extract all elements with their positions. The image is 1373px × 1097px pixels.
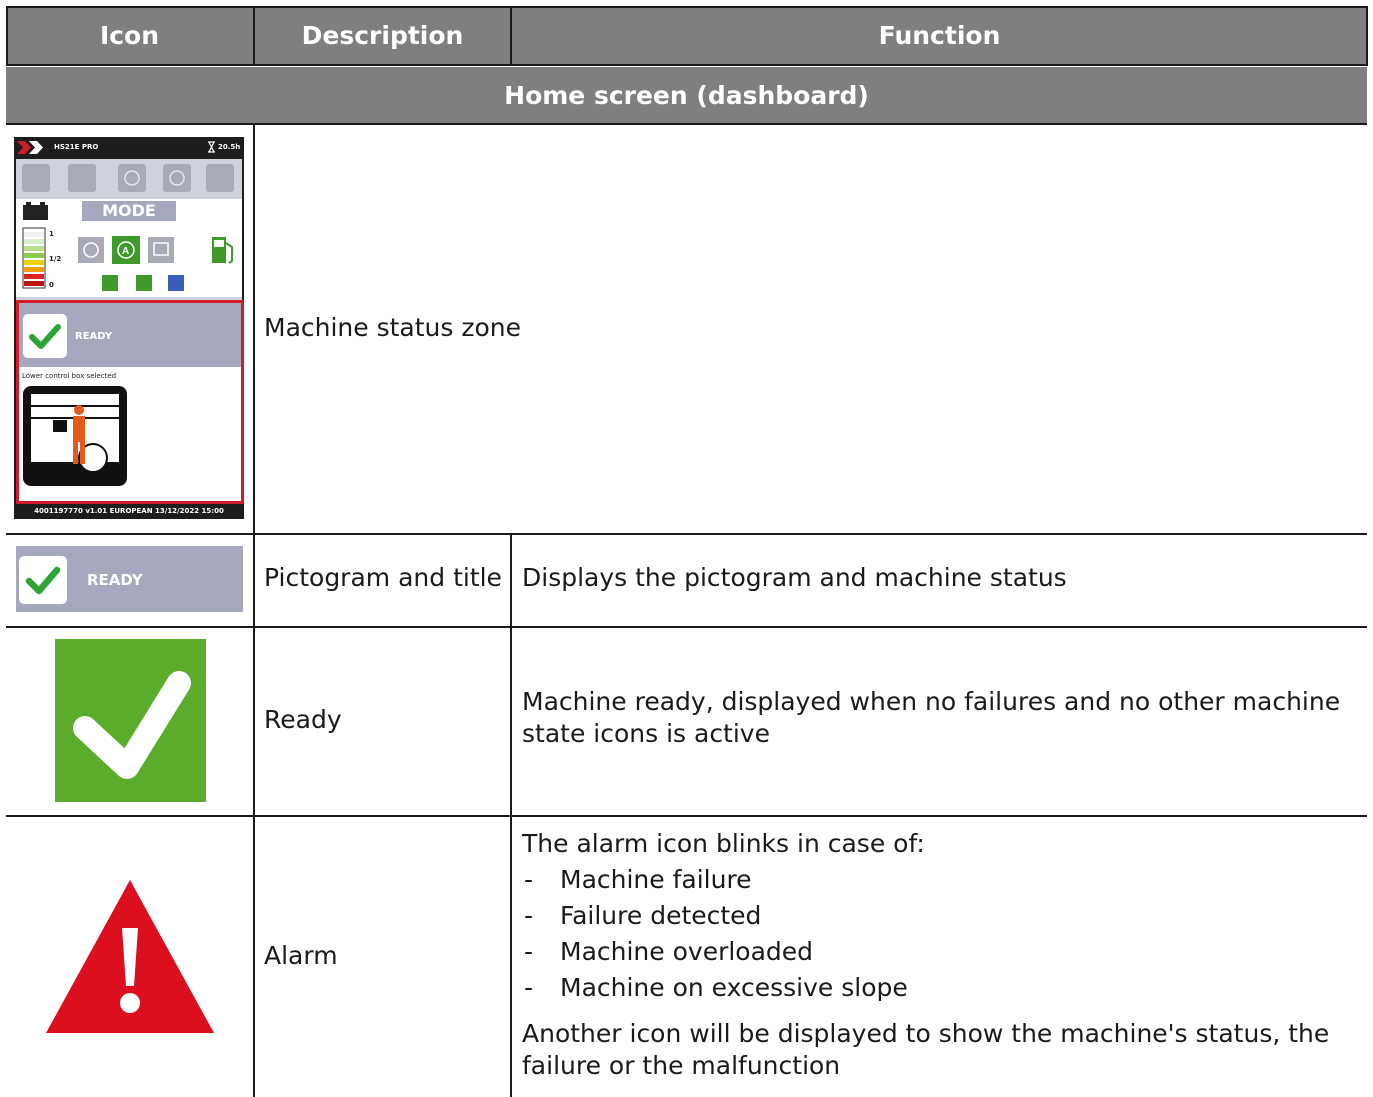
- rule: [1366, 6, 1368, 66]
- rule: [6, 123, 1367, 125]
- rule: [510, 533, 512, 1097]
- row-description: Alarm: [264, 941, 338, 970]
- pictogram-bar: READY: [16, 546, 243, 612]
- rule: [6, 626, 1367, 628]
- rule: [510, 6, 512, 66]
- status-message: Lower control box selected: [22, 372, 117, 380]
- pictogram-label: READY: [87, 571, 143, 589]
- alarm-icon: [46, 880, 214, 1033]
- row-description: Pictogram and title: [264, 563, 502, 592]
- mode-buttons: A: [78, 236, 174, 264]
- header-icon: Icon: [99, 21, 160, 50]
- rule: [6, 815, 1367, 817]
- gauge-label-full: 1: [49, 230, 54, 238]
- row-description: Ready: [264, 705, 342, 734]
- dashboard-screenshot: HS21E PRO 20.5h MODE 1 1/2 0 A READY Low…: [14, 137, 244, 519]
- rule: [6, 6, 1367, 8]
- section-title: Home screen (dashboard): [6, 67, 1367, 123]
- gauge-label-half: 1/2: [49, 255, 62, 263]
- status-bar: READY: [19, 303, 241, 367]
- hourglass-icon: [208, 141, 215, 153]
- row-function: Machine ready, displayed when no failure…: [522, 687, 1341, 748]
- rule: [6, 64, 1367, 66]
- rule: [253, 6, 255, 66]
- svg-text:A: A: [122, 246, 129, 257]
- battery-icon: [23, 202, 48, 220]
- gauge-label-empty: 0: [49, 281, 54, 289]
- rule: [6, 6, 8, 66]
- screen-model: HS21E PRO: [54, 143, 99, 151]
- rule: [253, 123, 255, 1097]
- mode-panel: MODE 1 1/2 0 A: [16, 199, 242, 297]
- rule: [6, 533, 1367, 535]
- battery-gauge: [22, 227, 46, 289]
- alarm-function: The alarm icon blinks in case of: Machin…: [522, 826, 1352, 1082]
- mode-label: MODE: [82, 201, 176, 221]
- lower-control-box-icon: [23, 386, 127, 486]
- row-description: Machine status zone: [264, 313, 522, 342]
- alarm-function-intro: The alarm icon blinks in case of:: [522, 829, 925, 858]
- row-function: Displays the pictogram and machine statu…: [522, 563, 1067, 592]
- machine-status-zone: READY Lower control box selected: [16, 300, 244, 504]
- screen-hours: 20.5h: [218, 143, 241, 151]
- list-item: Machine failure: [522, 862, 1352, 898]
- list-item: Machine on excessive slope: [522, 970, 1352, 1006]
- alarm-cases-list: Machine failure Failure detected Machine…: [522, 862, 1352, 1006]
- alarm-function-outro: Another icon will be displayed to show t…: [522, 1019, 1330, 1080]
- header-function: Function: [878, 21, 1001, 50]
- check-icon: [19, 556, 67, 604]
- list-item: Machine overloaded: [522, 934, 1352, 970]
- screen-top-bar: HS21E PRO 20.5h: [14, 137, 244, 158]
- charger-icons-row: [22, 164, 234, 192]
- fuel-pump-icon: [200, 207, 240, 297]
- header-description: Description: [301, 21, 464, 50]
- status-label: READY: [75, 331, 113, 342]
- ready-icon: [55, 639, 206, 802]
- list-item: Failure detected: [522, 898, 1352, 934]
- brand-logo-icon: [17, 141, 43, 154]
- screen-footer: 4001197770 v1.01 EUROPEAN 13/12/2022 15:…: [34, 507, 224, 515]
- check-icon: [23, 314, 67, 358]
- indicator-icons: [102, 275, 184, 291]
